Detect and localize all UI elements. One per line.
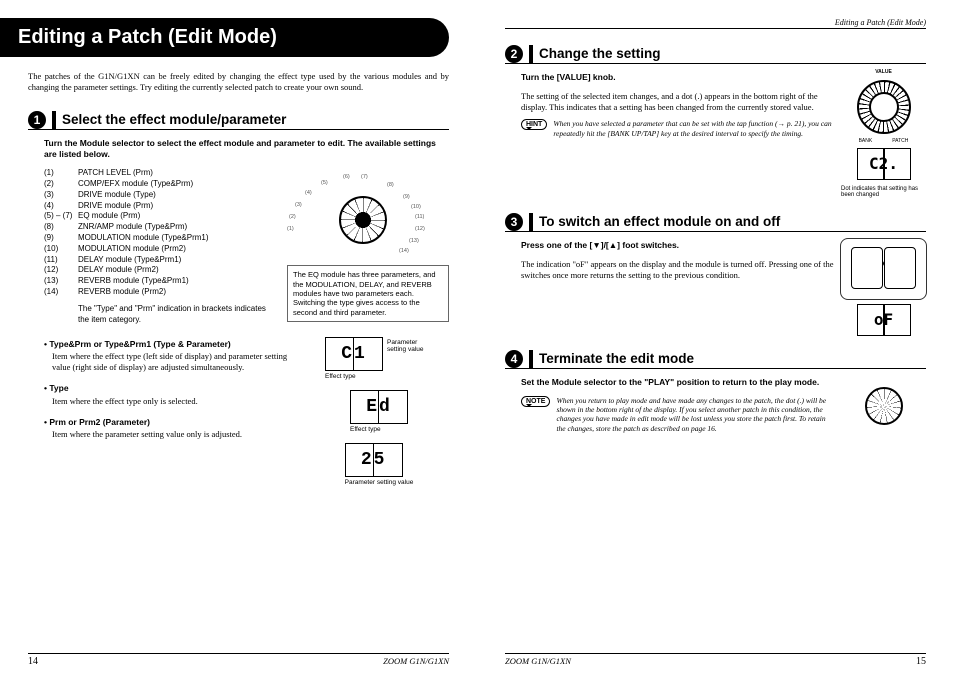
value-knob-icon (857, 80, 911, 134)
module-list-item: (8)ZNR/AMP module (Type&Prm) (44, 222, 224, 233)
selector-play-figure (844, 375, 924, 435)
footer-right: ZOOM G1N/G1XN 15 (505, 653, 926, 667)
step2-hint: When you have selected a parameter that … (553, 119, 835, 138)
bullet-list: • Type&Prm or Type&Prm1 (Type & Paramete… (44, 339, 299, 486)
step-2-title: Change the setting (529, 45, 661, 63)
step3-body: The indication "oF" appears on the displ… (521, 259, 835, 281)
step4-instruction: Set the Module selector to the "PLAY" po… (521, 377, 835, 388)
step-4-badge: 4 (505, 350, 523, 368)
bullet-body: Item where the effect type (left side of… (52, 351, 299, 373)
caption-param-value-2: Parameter setting value (345, 479, 414, 486)
step1-heading: 1 Select the effect module/parameter (28, 111, 449, 130)
step-3-title: To switch an effect module on and off (529, 213, 780, 231)
page-number-15: 15 (916, 656, 926, 667)
module-list-item: (14)REVERB module (Prm2) (44, 287, 224, 298)
module-list-item: (2)COMP/EFX module (Type&Prm) (44, 179, 224, 190)
dot-caption: Dot indicates that setting has been chan… (841, 186, 926, 199)
step2-heading: 2 Change the setting (505, 45, 926, 64)
step2-instruction: Turn the [VALUE] knob. (521, 72, 835, 83)
step-1-badge: 1 (28, 111, 46, 129)
footer-model-left: ZOOM G1N/G1XN (383, 656, 449, 667)
step-4-title: Terminate the edit mode (529, 350, 694, 368)
step-1-title: Select the effect module/parameter (52, 111, 286, 129)
module-list-item: (4)DRIVE module (Prm) (44, 201, 224, 212)
footer-model-right: ZOOM G1N/G1XN (505, 656, 571, 667)
hint-bubble: HINT (521, 119, 547, 130)
bullet-body: Item where the parameter setting value o… (52, 429, 299, 440)
module-list-item: (9)MODULATION module (Type&Prm1) (44, 233, 224, 244)
selector-knob-small-icon (865, 387, 903, 425)
bullet-body: Item where the effect type only is selec… (52, 396, 299, 407)
seg-display-25: 25 (345, 443, 403, 477)
seg-display-ed: Ed (350, 390, 408, 424)
step4-note: When you return to play mode and have ma… (556, 396, 835, 434)
bullet-heading: • Type (44, 383, 299, 394)
seg-display-of: oF (857, 304, 911, 336)
module-list-item: (3)DRIVE module (Type) (44, 190, 224, 201)
caption-effect-type-1: Effect type (325, 373, 383, 380)
seg-display-c2: C2. (857, 148, 911, 180)
step3-instruction: Press one of the [▼]/[▲] foot switches. (521, 240, 835, 251)
footswitch-down-icon (851, 247, 883, 289)
display-examples: C1 Effect type Parameter setting value E… (309, 335, 449, 486)
running-header: Editing a Patch (Edit Mode) (505, 18, 926, 29)
seg-display-c1: C1 (325, 337, 383, 371)
step3-heading: 3 To switch an effect module on and off (505, 213, 926, 232)
footer-left: 14 ZOOM G1N/G1XN (28, 653, 449, 667)
page-number-14: 14 (28, 656, 38, 667)
module-list-item: (10)MODULATION module (Prm2) (44, 244, 224, 255)
module-list-item: (5) – (7)EQ module (Prm) (44, 211, 224, 222)
selector-knob-icon (339, 196, 387, 244)
footswitch-figure (840, 238, 927, 300)
step4-heading: 4 Terminate the edit mode (505, 350, 926, 369)
module-list-item: (1)PATCH LEVEL (Prm) (44, 168, 224, 179)
module-list-item: (13)REVERB module (Type&Prm1) (44, 276, 224, 287)
bullet-heading: • Type&Prm or Type&Prm1 (Type & Paramete… (44, 339, 299, 350)
caption-param-value-1: Parameter setting value (387, 339, 433, 353)
page-title: Editing a Patch (Edit Mode) (0, 18, 449, 57)
caption-effect-type-2: Effect type (350, 426, 408, 433)
eq-note-box: The EQ module has three parameters, and … (287, 265, 449, 322)
module-list-item: (11)DELAY module (Type&Prm1) (44, 255, 224, 266)
step2-body: The setting of the selected item changes… (521, 91, 835, 113)
intro-paragraph: The patches of the G1N/G1XN can be freel… (28, 71, 449, 93)
step-3-badge: 3 (505, 213, 523, 231)
step1-instruction: Turn the Module selector to select the e… (44, 138, 449, 160)
module-selector-figure: (1) (2) (3) (4) (5) (6) (7) (8) (9) (10)… (287, 168, 437, 263)
note-bubble: NOTE (521, 396, 550, 407)
module-list-item: (12)DELAY module (Prm2) (44, 265, 224, 276)
module-note: The "Type" and "Prm" indication in brack… (78, 304, 277, 326)
value-label: VALUE (875, 70, 892, 76)
step-2-badge: 2 (505, 45, 523, 63)
module-list: (1)PATCH LEVEL (Prm)(2)COMP/EFX module (… (44, 168, 224, 298)
footswitch-up-icon (884, 247, 916, 289)
bullet-heading: • Prm or Prm2 (Parameter) (44, 417, 299, 428)
